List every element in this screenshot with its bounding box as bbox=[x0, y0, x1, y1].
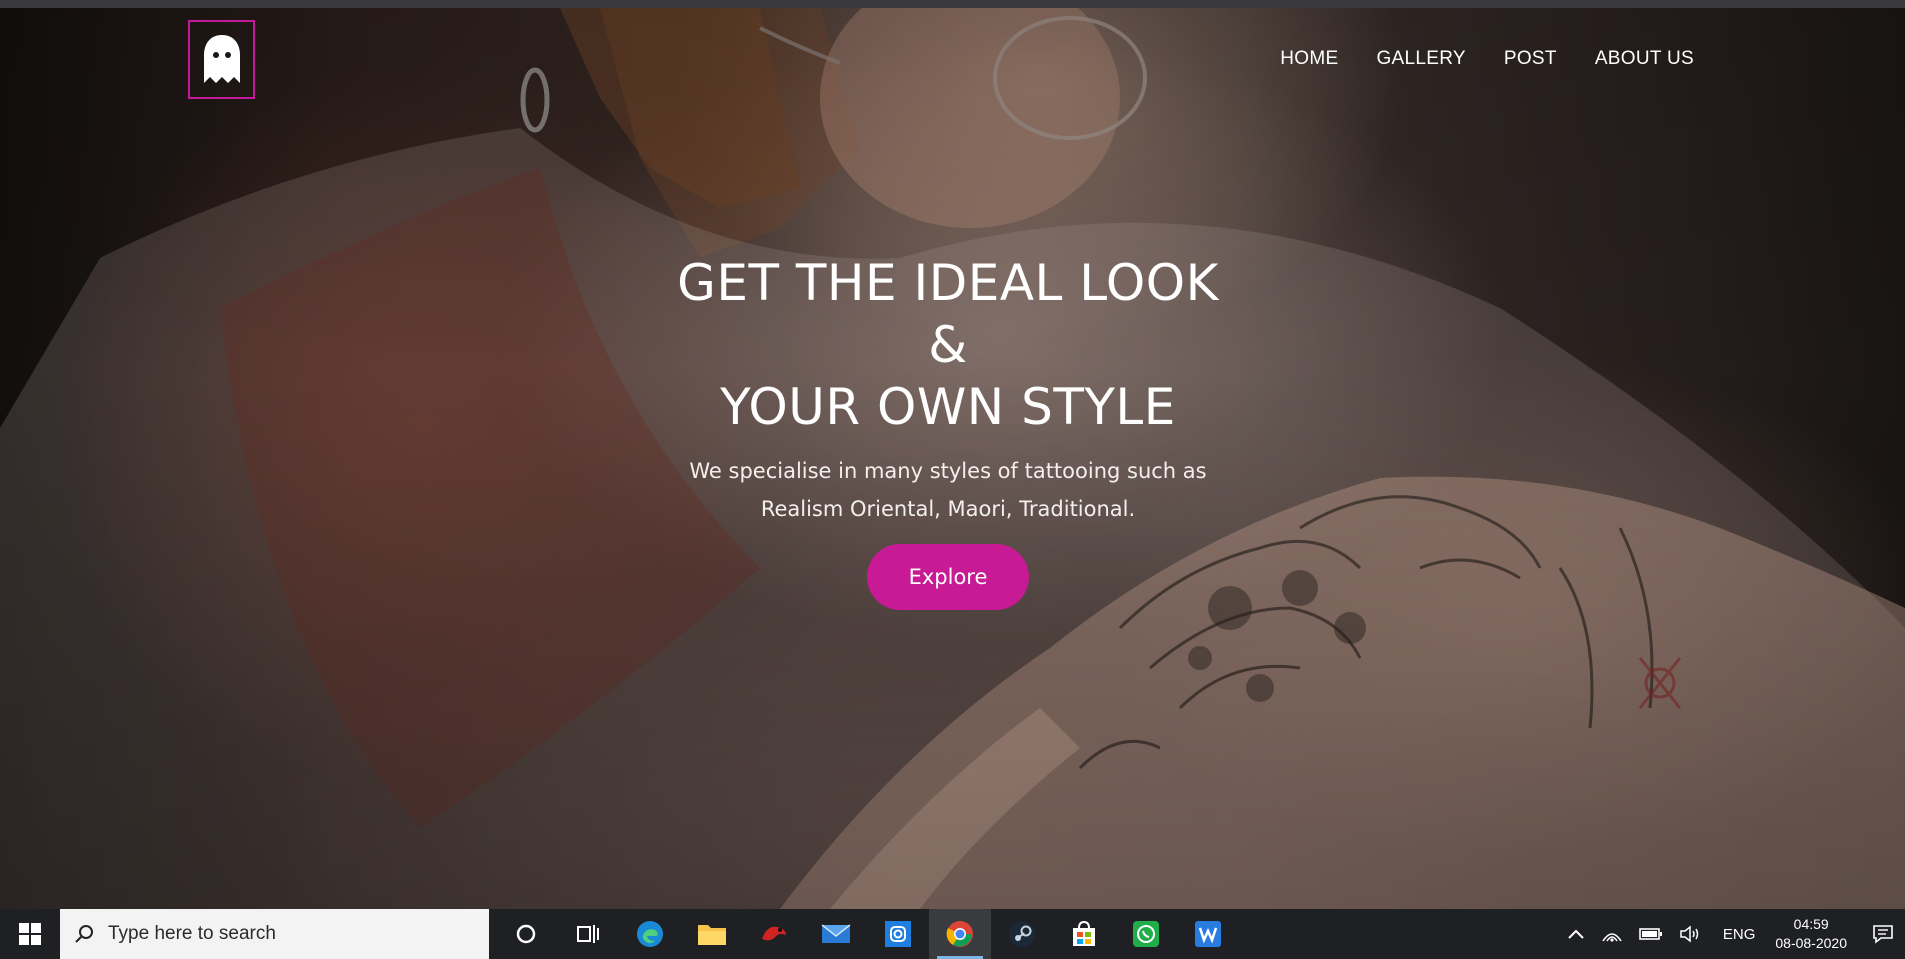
ghost-icon bbox=[203, 34, 240, 83]
chrome-button[interactable] bbox=[929, 909, 991, 959]
chrome-icon bbox=[946, 921, 973, 947]
subtitle-line-2: Realism Oriental, Maori, Traditional. bbox=[760, 497, 1136, 521]
game-app-button[interactable] bbox=[743, 909, 805, 959]
headline-line-1: GET THE IDEAL LOOK bbox=[677, 254, 1219, 312]
file-explorer-icon bbox=[698, 925, 726, 945]
whatsapp-button[interactable] bbox=[1115, 909, 1177, 959]
main-nav: HOME GALLERY POST ABOUT US bbox=[1280, 48, 1694, 70]
wps-icon bbox=[1195, 921, 1221, 947]
explore-button[interactable]: Explore bbox=[867, 544, 1029, 610]
edge-button[interactable] bbox=[619, 909, 681, 959]
headline-line-3: YOUR OWN STYLE bbox=[720, 378, 1176, 436]
task-view-icon bbox=[577, 925, 599, 943]
chevron-up-icon bbox=[1568, 929, 1584, 939]
volume-icon bbox=[1680, 925, 1699, 943]
windows-start-icon bbox=[19, 923, 41, 945]
input-language[interactable]: ENG bbox=[1723, 926, 1756, 943]
edge-icon bbox=[637, 921, 663, 947]
battery-icon bbox=[1639, 928, 1662, 940]
steam-button[interactable] bbox=[991, 909, 1053, 959]
mail-icon bbox=[821, 924, 851, 943]
notification-icon bbox=[1873, 925, 1893, 944]
windows-taskbar: ENG 04:59 08-08-2020 bbox=[0, 909, 1905, 959]
network-button[interactable] bbox=[1601, 925, 1623, 943]
cortana-button[interactable] bbox=[495, 909, 557, 959]
nav-about-us[interactable]: ABOUT US bbox=[1595, 48, 1694, 70]
subtitle-line-1: We specialise in many styles of tattooin… bbox=[689, 459, 1207, 483]
action-center-button[interactable] bbox=[1861, 924, 1905, 944]
wps-button[interactable] bbox=[1177, 909, 1239, 959]
clock-time: 04:59 bbox=[1793, 916, 1829, 932]
show-hidden-icons-button[interactable] bbox=[1567, 928, 1585, 940]
nav-home[interactable]: HOME bbox=[1280, 48, 1338, 70]
hero-headline: GET THE IDEAL LOOK & YOUR OWN STYLE bbox=[548, 252, 1348, 438]
start-button[interactable] bbox=[0, 909, 60, 959]
store-icon bbox=[1073, 920, 1095, 946]
system-tray: ENG 04:59 08-08-2020 bbox=[1559, 909, 1905, 959]
hero-content: GET THE IDEAL LOOK & YOUR OWN STYLE We s… bbox=[548, 252, 1348, 610]
volume-button[interactable] bbox=[1679, 925, 1701, 943]
task-view-button[interactable] bbox=[557, 909, 619, 959]
instagram-icon bbox=[885, 921, 911, 947]
taskbar-apps bbox=[495, 909, 1239, 959]
site-logo[interactable] bbox=[188, 20, 255, 99]
nav-post[interactable]: POST bbox=[1504, 48, 1557, 70]
whatsapp-icon bbox=[1133, 921, 1159, 947]
taskbar-search-box[interactable] bbox=[60, 909, 489, 959]
mail-button[interactable] bbox=[805, 909, 867, 959]
hero-section: HOME GALLERY POST ABOUT US GET THE IDEAL… bbox=[0, 8, 1905, 909]
file-explorer-button[interactable] bbox=[681, 909, 743, 959]
browser-top-strip bbox=[0, 0, 1905, 8]
battery-button[interactable] bbox=[1639, 927, 1663, 941]
steam-icon bbox=[1009, 921, 1035, 947]
nav-gallery[interactable]: GALLERY bbox=[1376, 48, 1465, 70]
game-app-icon bbox=[762, 926, 786, 941]
store-button[interactable] bbox=[1053, 909, 1115, 959]
hero-subtitle: We specialise in many styles of tattooin… bbox=[548, 452, 1348, 528]
taskbar-search-input[interactable] bbox=[108, 923, 468, 945]
wifi-icon bbox=[1602, 933, 1622, 942]
clock-date: 08-08-2020 bbox=[1775, 935, 1847, 951]
instagram-button[interactable] bbox=[867, 909, 929, 959]
cortana-icon bbox=[516, 924, 536, 944]
search-icon bbox=[75, 925, 93, 943]
headline-line-2: & bbox=[928, 316, 968, 374]
taskbar-clock[interactable]: 04:59 08-08-2020 bbox=[1775, 915, 1847, 953]
